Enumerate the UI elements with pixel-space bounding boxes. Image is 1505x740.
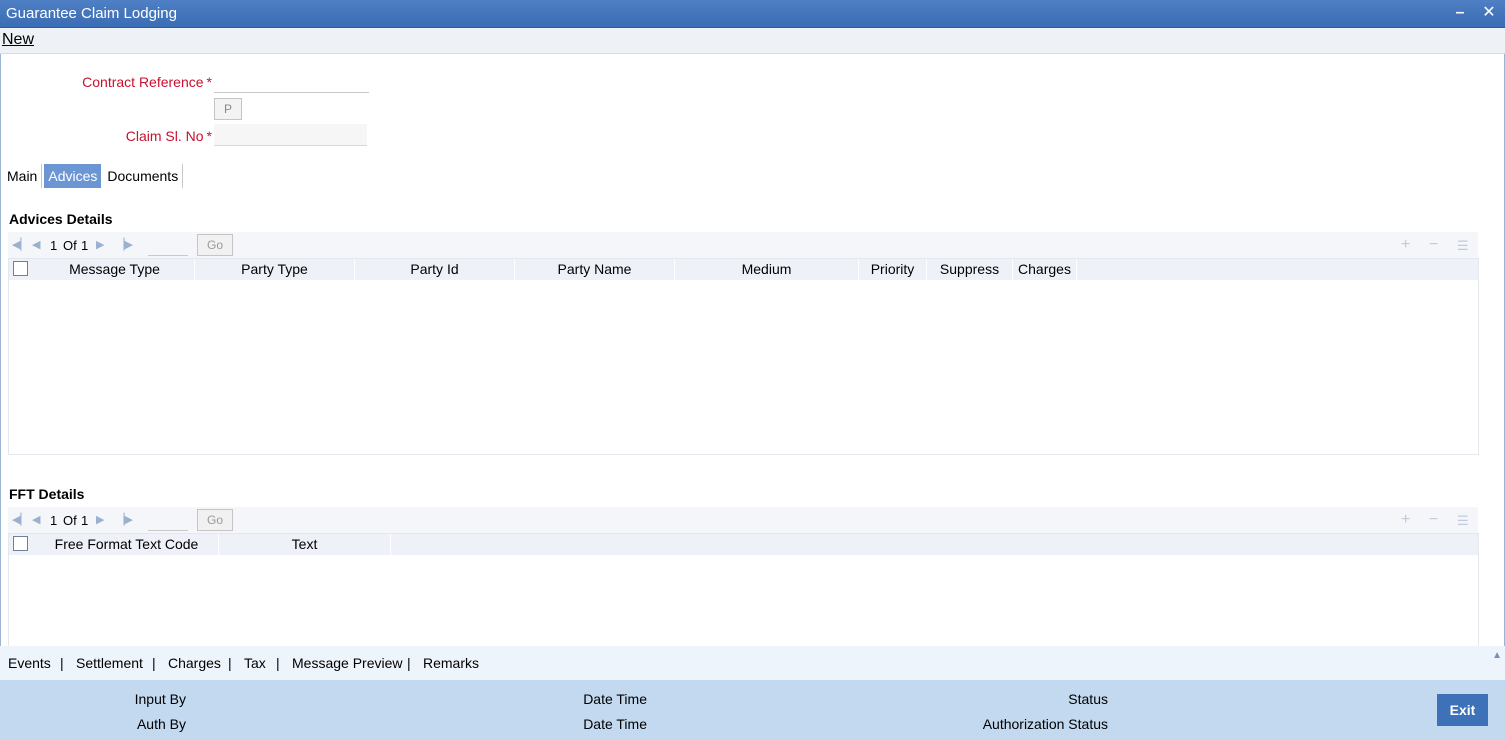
claim-sl-no-label: Claim Sl. No *: [125, 128, 212, 144]
page-of-label: Of: [63, 238, 77, 253]
tab-advices[interactable]: Advices: [44, 164, 102, 188]
tax-link[interactable]: Tax: [244, 655, 266, 671]
add-row-icon[interactable]: +: [1401, 236, 1410, 254]
delete-row-icon[interactable]: −: [1429, 511, 1438, 529]
auth-date-time-label: Date Time: [583, 716, 647, 732]
go-button[interactable]: Go: [197, 509, 233, 531]
total-pages: 1: [81, 513, 89, 528]
link-separator: |: [228, 655, 232, 671]
bottom-links-bar: Events | Settlement | Charges | Tax | Me…: [0, 646, 1505, 680]
next-page-icon[interactable]: ▶: [96, 238, 104, 251]
select-all-checkbox[interactable]: [13, 261, 28, 276]
column-header[interactable]: Suppress: [927, 259, 1013, 280]
authorization-status-label: Authorization Status: [982, 716, 1108, 732]
link-separator: |: [276, 655, 280, 671]
column-header[interactable]: Free Format Text Code: [35, 534, 219, 555]
close-icon[interactable]: ✕: [1479, 3, 1499, 23]
audit-footer: Input By Auth By Date Time Date Time Sta…: [0, 680, 1505, 740]
fft-pagination-bar: ◀▏ ◀ 1 Of 1 ▶ ▕▶ Go + − ☰: [8, 507, 1478, 533]
go-button[interactable]: Go: [197, 234, 233, 256]
column-header[interactable]: Party Id: [355, 259, 515, 280]
column-header[interactable]: Party Type: [195, 259, 355, 280]
select-all-checkbox[interactable]: [13, 536, 28, 551]
advices-grid-header: Message Type Party Type Party Id Party N…: [9, 259, 1478, 280]
column-header[interactable]: Party Name: [515, 259, 675, 280]
fft-grid-header: Free Format Text Code Text: [9, 534, 1478, 555]
fft-details-title: FFT Details: [9, 486, 85, 502]
page-number-input[interactable]: [148, 511, 188, 531]
current-page: 1: [50, 513, 58, 528]
tab-main[interactable]: Main: [3, 164, 43, 188]
p-button[interactable]: P: [214, 98, 242, 120]
advices-pagination-bar: ◀▏ ◀ 1 Of 1 ▶ ▕▶ Go + − ☰: [8, 232, 1478, 258]
last-page-icon[interactable]: ▕▶: [116, 513, 133, 526]
single-view-icon[interactable]: ☰: [1457, 238, 1469, 254]
page-number-input[interactable]: [148, 236, 188, 256]
advices-details-title: Advices Details: [9, 211, 113, 227]
link-separator: |: [152, 655, 156, 671]
tab-documents[interactable]: Documents: [103, 164, 184, 188]
new-link[interactable]: New: [2, 31, 34, 49]
tab-strip: Main Advices Documents: [3, 164, 185, 188]
last-page-icon[interactable]: ▕▶: [116, 238, 133, 251]
prev-page-icon[interactable]: ◀: [32, 513, 40, 526]
total-pages: 1: [81, 238, 89, 253]
remarks-link[interactable]: Remarks: [423, 655, 479, 671]
menu-bar: New: [0, 28, 1505, 54]
single-view-icon[interactable]: ☰: [1457, 513, 1469, 529]
minimize-icon[interactable]: –: [1450, 3, 1470, 23]
contract-reference-input[interactable]: [214, 71, 369, 93]
column-header[interactable]: Charges: [1013, 259, 1077, 280]
first-page-icon[interactable]: ◀▏: [12, 238, 29, 251]
delete-row-icon[interactable]: −: [1429, 236, 1438, 254]
input-by-label: Input By: [134, 691, 186, 707]
page-of-label: Of: [63, 513, 77, 528]
scroll-up-icon[interactable]: ▲: [1492, 650, 1502, 661]
first-page-icon[interactable]: ◀▏: [12, 513, 29, 526]
link-separator: |: [60, 655, 64, 671]
column-header[interactable]: Text: [219, 534, 391, 555]
advices-grid: Message Type Party Type Party Id Party N…: [8, 258, 1479, 455]
add-row-icon[interactable]: +: [1401, 511, 1410, 529]
column-header[interactable]: Priority: [859, 259, 927, 280]
claim-sl-no-input[interactable]: [214, 124, 367, 146]
window-title: Guarantee Claim Lodging: [6, 5, 177, 22]
events-link[interactable]: Events: [8, 655, 51, 671]
next-page-icon[interactable]: ▶: [96, 513, 104, 526]
contract-reference-label: Contract Reference *: [82, 74, 212, 90]
current-page: 1: [50, 238, 58, 253]
column-header[interactable]: Medium: [675, 259, 859, 280]
window-titlebar: Guarantee Claim Lodging – ✕: [0, 0, 1505, 28]
fft-grid: Free Format Text Code Text: [8, 533, 1479, 646]
exit-button[interactable]: Exit: [1437, 694, 1488, 726]
message-preview-link[interactable]: Message Preview: [292, 655, 403, 671]
column-header[interactable]: Message Type: [35, 259, 195, 280]
input-date-time-label: Date Time: [583, 691, 647, 707]
settlement-link[interactable]: Settlement: [76, 655, 143, 671]
auth-by-label: Auth By: [136, 716, 186, 732]
link-separator: |: [407, 655, 411, 671]
status-label: Status: [1068, 691, 1108, 707]
prev-page-icon[interactable]: ◀: [32, 238, 40, 251]
charges-link[interactable]: Charges: [168, 655, 221, 671]
